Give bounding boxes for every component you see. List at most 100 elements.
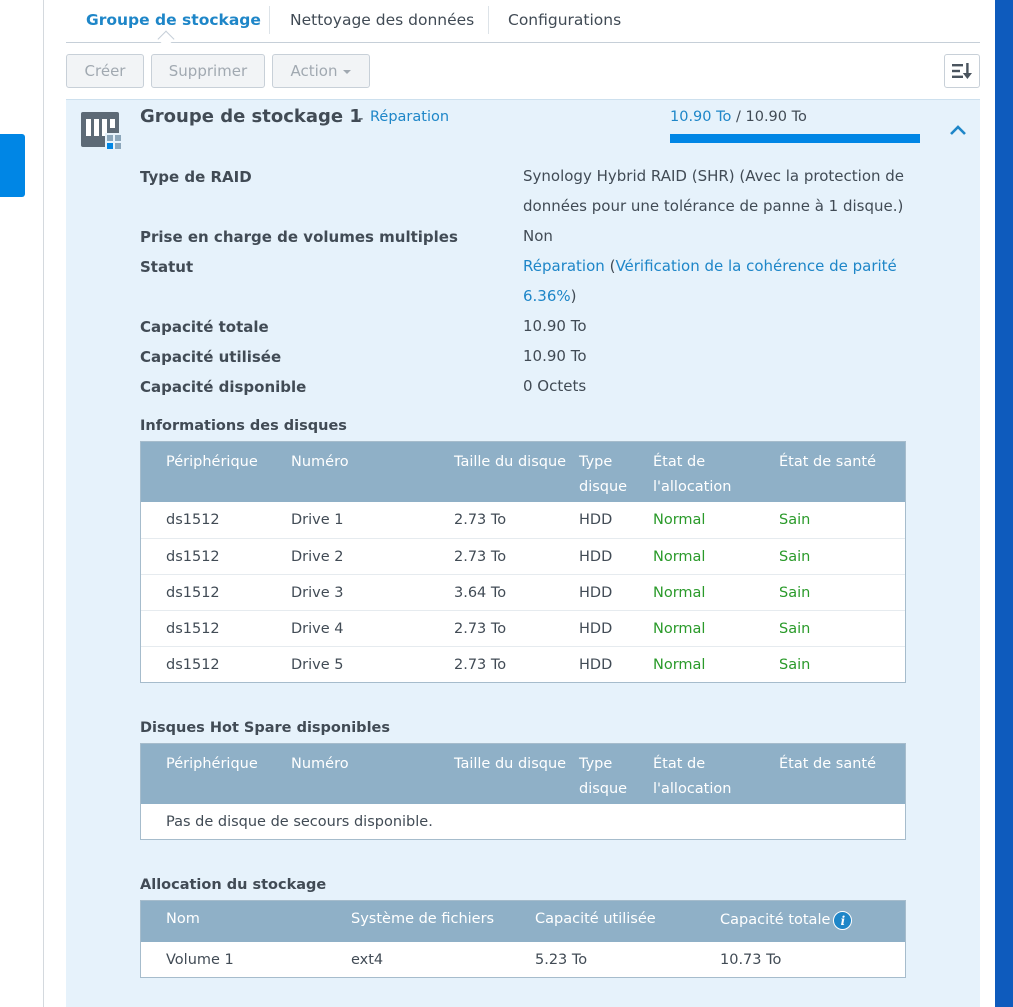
cell-health-state: Sain (779, 657, 811, 673)
total-capacity-label: Capacité totale (140, 318, 269, 336)
multi-volume-label: Prise en charge de volumes multiples (140, 228, 458, 246)
cell-disk-type: HDD (579, 585, 613, 601)
col-number[interactable]: Numéro (291, 450, 349, 475)
cell-used-capacity: 5.23 To (535, 952, 588, 968)
cell-device: ds1512 (166, 585, 220, 601)
cell-device: ds1512 (166, 549, 220, 565)
action-button-label: Action (290, 62, 338, 80)
pool-capacity-text: 10.90 To / 10.90 To (670, 109, 807, 125)
free-capacity-label: Capacité disponible (140, 378, 307, 396)
cell-disk-size: 2.73 To (454, 549, 507, 565)
cell-health-state: Sain (779, 621, 811, 637)
cell-number: Drive 3 (291, 585, 344, 601)
chevron-down-icon (343, 69, 352, 74)
cell-device: ds1512 (166, 621, 220, 637)
cell-disk-type: HDD (579, 621, 613, 637)
col-number[interactable]: Numéro (291, 752, 349, 777)
cell-number: Drive 2 (291, 549, 344, 565)
status-label: Statut (140, 258, 194, 276)
tab-configurations[interactable]: Configurations (508, 0, 621, 42)
col-allocation-state[interactable]: État de l'allocation (653, 450, 753, 500)
cell-allocation-state: Normal (653, 621, 706, 637)
col-disk-size[interactable]: Taille du disque (454, 752, 566, 777)
cell-number: Drive 5 (291, 657, 344, 673)
table-row[interactable]: Volume 1 ext4 5.23 To 10.73 To (141, 942, 905, 978)
raid-type-label: Type de RAID (140, 168, 252, 186)
table-row[interactable]: ds1512 Drive 4 2.73 To HDD Normal Sain (141, 610, 905, 646)
action-button[interactable]: Action (272, 54, 370, 88)
sort-icon (952, 63, 972, 79)
pool-capacity-bar-fill (670, 134, 920, 143)
table-row[interactable]: ds1512 Drive 2 2.73 To HDD Normal Sain (141, 538, 905, 574)
cell-device: ds1512 (166, 512, 220, 528)
table-row[interactable]: ds1512 Drive 3 3.64 To HDD Normal Sain (141, 574, 905, 610)
disks-table-body: ds1512 Drive 1 2.73 To HDD Normal Sain ds1512 D… (141, 502, 905, 682)
total-capacity-value: 10.90 To (523, 317, 587, 335)
col-disk-size[interactable]: Taille du disque (454, 450, 566, 475)
col-name[interactable]: Nom (166, 907, 200, 932)
create-button[interactable]: Créer (66, 54, 144, 88)
right-edge-strip (995, 0, 1013, 1007)
col-device[interactable]: Périphérique (166, 752, 258, 777)
cell-disk-size: 2.73 To (454, 657, 507, 673)
col-total-capacity[interactable]: Capacité totale i (720, 908, 853, 933)
cell-health-state: Sain (779, 585, 811, 601)
table-row[interactable]: ds1512 Drive 1 2.73 To HDD Normal Sain (141, 502, 905, 538)
pool-capacity-total: 10.90 To (745, 109, 807, 125)
cell-disk-size: 3.64 To (454, 585, 507, 601)
pool-status: Réparation (370, 109, 450, 125)
disks-table-header: Périphérique Numéro Taille du disque Typ… (141, 442, 905, 502)
allocation-table-header: Nom Système de fichiers Capacité utilisé… (141, 901, 905, 942)
col-used-capacity[interactable]: Capacité utilisée (535, 907, 656, 932)
delete-button[interactable]: Supprimer (151, 54, 265, 88)
col-allocation-state[interactable]: État de l'allocation (653, 752, 753, 802)
col-filesystem[interactable]: Système de fichiers (351, 907, 494, 932)
pool-capacity-separator: / (736, 109, 741, 125)
cell-allocation-state: Normal (653, 657, 706, 673)
hotspare-empty-row: Pas de disque de secours disponible. (141, 804, 905, 840)
table-row[interactable]: ds1512 Drive 5 2.73 To HDD Normal Sain (141, 646, 905, 682)
allocation-section-title: Allocation du stockage (140, 877, 327, 893)
status-value: Réparation (Vérification de la cohérence… (523, 251, 918, 311)
status-paren-close: ) (570, 287, 577, 305)
col-device[interactable]: Périphérique (166, 450, 258, 475)
cell-total-capacity: 10.73 To (720, 952, 782, 968)
cell-disk-size: 2.73 To (454, 621, 507, 637)
delete-button-label: Supprimer (168, 62, 248, 80)
tab-data-scrubbing[interactable]: Nettoyage des données (290, 0, 474, 42)
tab-separator (269, 6, 270, 34)
hotspare-table-header: Périphérique Numéro Taille du disque Typ… (141, 744, 905, 804)
disks-table: Périphérique Numéro Taille du disque Typ… (140, 441, 906, 683)
chevron-up-icon[interactable] (948, 122, 968, 138)
info-icon[interactable]: i (833, 910, 853, 930)
cell-disk-type: HDD (579, 549, 613, 565)
pool-capacity-bar (670, 134, 920, 143)
cell-number: Drive 1 (291, 512, 344, 528)
cell-disk-type: HDD (579, 657, 613, 673)
hotspare-empty-message: Pas de disque de secours disponible. (166, 814, 433, 830)
storage-pool-icon (81, 112, 122, 153)
tab-storage-pool[interactable]: Groupe de stockage (86, 0, 261, 42)
cell-number: Drive 4 (291, 621, 344, 637)
multi-volume-value: Non (523, 227, 553, 245)
cell-allocation-state: Normal (653, 549, 706, 565)
status-link[interactable]: Réparation (523, 257, 605, 275)
col-health-state[interactable]: État de santé (779, 450, 876, 475)
col-disk-type[interactable]: Type disque (579, 450, 639, 500)
hotspare-table: Périphérique Numéro Taille du disque Typ… (140, 743, 906, 840)
pool-capacity-used: 10.90 To (670, 109, 732, 125)
cell-disk-type: HDD (579, 512, 613, 528)
left-selected-indicator[interactable] (0, 134, 25, 197)
cell-disk-size: 2.73 To (454, 512, 507, 528)
hotspare-section-title: Disques Hot Spare disponibles (140, 720, 390, 736)
col-health-state[interactable]: État de santé (779, 752, 876, 777)
allocation-table: Nom Système de fichiers Capacité utilisé… (140, 900, 906, 978)
cell-device: ds1512 (166, 657, 220, 673)
tab-bar: Groupe de stockage Nettoyage des données… (66, 0, 980, 48)
cell-health-state: Sain (779, 549, 811, 565)
sort-button[interactable] (944, 54, 980, 88)
cell-health-state: Sain (779, 512, 811, 528)
create-button-label: Créer (84, 62, 126, 80)
tab-separator (488, 6, 489, 34)
col-disk-type[interactable]: Type disque (579, 752, 639, 802)
